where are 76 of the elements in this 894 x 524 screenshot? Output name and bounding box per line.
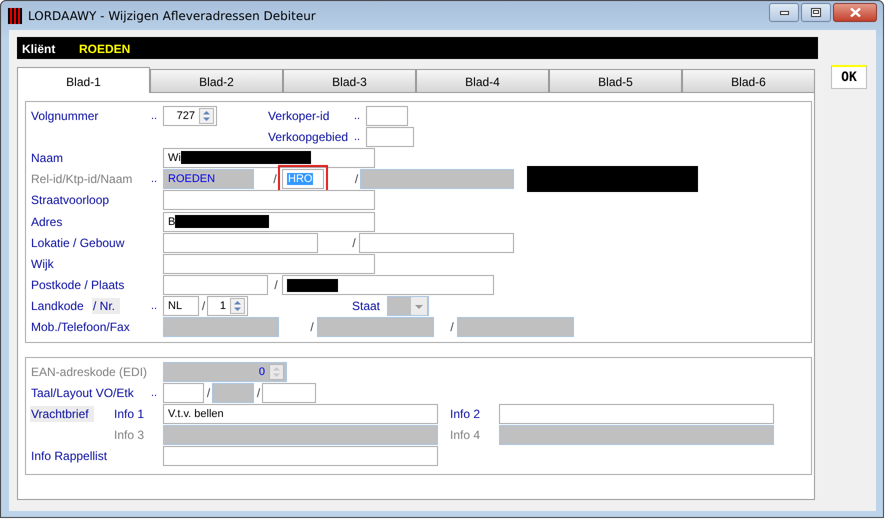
input-field[interactable] [163, 232, 318, 253]
separator-slash: / [309, 320, 315, 334]
maximize-button[interactable] [801, 3, 831, 22]
field-label: Mob./Telefoon/Fax [31, 320, 131, 334]
close-icon [850, 8, 860, 17]
field-label: Info 3 [114, 428, 146, 442]
input-field[interactable] [163, 190, 375, 210]
spin-arrows-icon [199, 108, 214, 124]
input-field[interactable] [163, 382, 204, 403]
input-field[interactable] [366, 126, 414, 147]
field-label: Info Rappellist [31, 449, 108, 464]
field-label: Info 1 [114, 407, 146, 422]
tab[interactable]: Blad-1 [17, 67, 150, 93]
input-field[interactable]: Wi [163, 148, 375, 168]
link-label[interactable]: / Nr. [92, 298, 120, 314]
leader-dots: .. [354, 110, 362, 122]
ok-button[interactable]: OK [831, 65, 867, 89]
leader-dots: .. [354, 130, 362, 143]
close-button[interactable] [833, 3, 877, 22]
field-label: Info 4 [450, 428, 482, 442]
input-field[interactable]: NL [163, 296, 199, 316]
field-label: Adres [31, 214, 64, 229]
tab[interactable]: Blad-3 [283, 69, 416, 92]
field-label: Rel-id/Ktp-id/Naam [31, 172, 134, 186]
field-label: Verkoopgebied [268, 130, 350, 144]
leader-dots: .. [151, 110, 158, 122]
field-label: Info 2 [450, 407, 482, 422]
window-title: LORDAAWY - Wijzigen Afleveradressen Debiteur [28, 8, 316, 22]
spin-field[interactable]: 1 [207, 296, 248, 316]
input-field[interactable] [282, 275, 494, 296]
input-field[interactable] [163, 275, 268, 296]
field-label: Taal/Layout VO/Etk [31, 386, 135, 400]
tab[interactable]: Blad-5 [549, 69, 682, 92]
field-label: Verkoper-id [268, 108, 330, 123]
minimize-icon [780, 10, 788, 14]
spin-arrows-icon [269, 364, 284, 380]
field-label: Volgnummer [31, 108, 100, 123]
field-label: Postkode / Plaats [31, 278, 126, 292]
input-field[interactable] [262, 382, 316, 403]
field-label: Landkode [31, 299, 85, 314]
tab[interactable]: Blad-4 [416, 69, 549, 92]
field-label: EAN-adreskode (EDI) [31, 364, 148, 379]
spin-arrows-icon [230, 298, 245, 314]
link-label[interactable]: Vrachtbrief [30, 406, 94, 422]
input-field[interactable]: B [163, 212, 375, 232]
input-field[interactable] [499, 404, 774, 424]
leader-dots: .. [151, 386, 158, 399]
leader-dots: .. [151, 300, 158, 312]
separator-slash: / [351, 236, 357, 250]
field-label: Straatvoorloop [31, 193, 110, 208]
tab[interactable]: Blad-6 [682, 69, 815, 92]
app-icon [8, 8, 22, 24]
input-field[interactable] [366, 106, 408, 126]
spin-field[interactable]: 727 [163, 106, 217, 126]
leader-dots: .. [151, 173, 158, 186]
field-label: Lokatie / Gebouw [31, 236, 126, 250]
input-field[interactable]: V.t.v. bellen [163, 404, 438, 424]
input-field[interactable] [163, 254, 375, 274]
separator-slash: / [272, 172, 278, 186]
separator-slash: / [273, 278, 279, 292]
client-label: Kliënt [22, 42, 56, 56]
separator-slash: / [256, 386, 262, 400]
input-field[interactable] [359, 232, 514, 253]
field-label: Naam [31, 150, 64, 165]
field-label: Staat [352, 299, 382, 314]
separator-slash: / [449, 320, 455, 334]
dropdown-icon [411, 297, 427, 316]
separator-slash: / [200, 299, 206, 314]
client-value: ROEDEN [79, 42, 130, 56]
separator-slash: / [206, 386, 212, 400]
field-label: Wijk [31, 256, 55, 271]
minimize-button[interactable] [769, 3, 799, 22]
maximize-icon [811, 8, 821, 17]
input-field[interactable] [163, 446, 438, 466]
tab[interactable]: Blad-2 [150, 69, 283, 92]
separator-slash: / [354, 172, 360, 186]
